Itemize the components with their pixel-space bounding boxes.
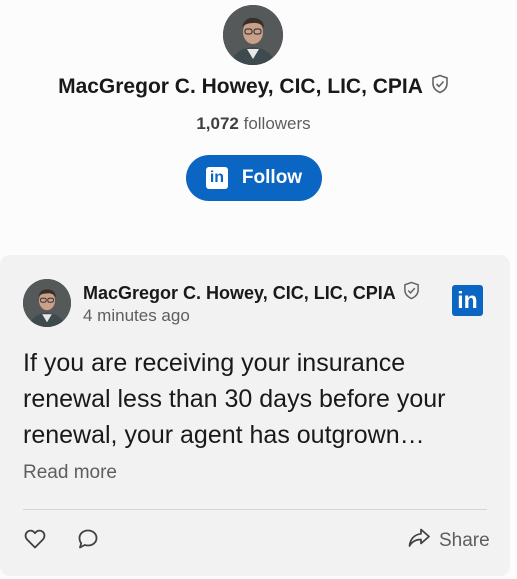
post-card: MacGregor C. Howey, CIC, LIC, CPIA 4 min… [0,255,510,576]
heart-outline-icon [23,529,47,555]
share-button[interactable]: Share [407,527,490,555]
comment-button[interactable] [76,527,100,556]
profile-avatar[interactable] [223,5,283,65]
post-author-row: MacGregor C. Howey, CIC, LIC, CPIA [83,281,420,305]
post-body-text: If you are receiving your insurance rene… [23,349,446,449]
post-timestamp: 4 minutes ago [83,306,190,325]
follow-button[interactable]: in Follow [186,155,322,201]
followers-label: followers [243,114,311,133]
read-more-link[interactable]: Read more [23,462,117,484]
follow-label: Follow [241,167,303,188]
profile-name[interactable]: MacGregor C. Howey, CIC, LIC, CPIA [58,75,423,99]
share-label: Share [439,530,490,551]
followers-number: 1,072 [196,114,239,133]
speech-bubble-icon [76,529,100,555]
post-author-name[interactable]: MacGregor C. Howey, CIC, LIC, CPIA [83,283,396,304]
post-author-avatar[interactable] [23,279,71,327]
like-button[interactable] [23,527,47,556]
share-arrow-icon [407,527,431,555]
linkedin-logo-icon[interactable]: in [452,285,483,316]
follower-count: 1,072 followers [0,114,507,134]
verified-shield-icon [431,74,449,99]
profile-name-row: MacGregor C. Howey, CIC, LIC, CPIA [0,74,507,99]
verified-shield-icon [403,281,420,305]
divider [23,509,487,510]
linkedin-icon: in [205,167,228,189]
profile-header: MacGregor C. Howey, CIC, LIC, CPIA 1,072… [0,0,517,240]
